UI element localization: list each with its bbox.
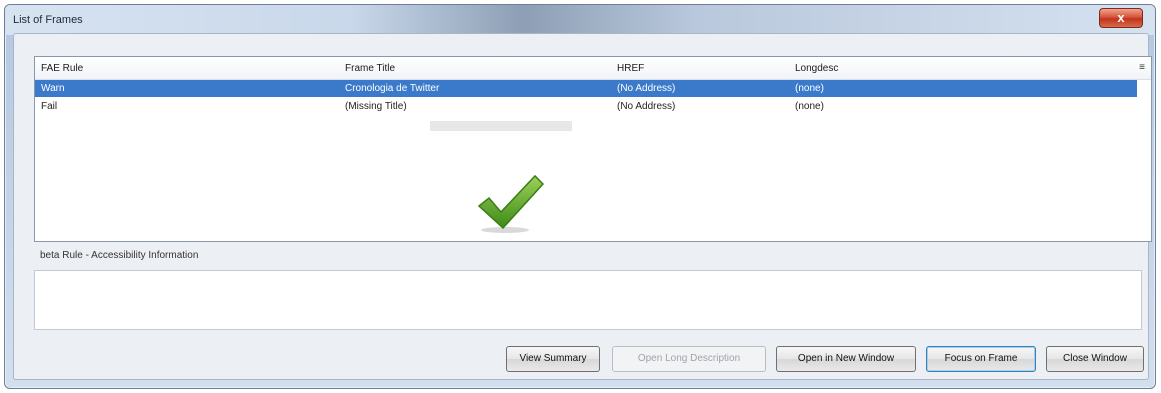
row-frame-title: (Missing Title) [345, 101, 407, 112]
column-picker-icon[interactable]: ≡ [1139, 62, 1145, 73]
window-title: List of Frames [13, 14, 83, 26]
close-window-x-button[interactable]: x [1099, 8, 1143, 28]
open-long-description-button[interactable]: Open Long Description [612, 346, 766, 372]
column-header-href[interactable]: HREF [617, 63, 644, 74]
table-row[interactable]: Warn Cronologia de Twitter (No Address) … [35, 80, 1137, 97]
frames-list[interactable]: FAE Rule Frame Title HREF Longdesc ≡ War… [34, 56, 1152, 242]
dialog-body: FAE Rule Frame Title HREF Longdesc ≡ War… [13, 33, 1152, 380]
row-href: (No Address) [617, 101, 676, 112]
row-rule: Warn [41, 83, 65, 94]
table-row[interactable]: Fail (Missing Title) (No Address) (none) [35, 98, 1137, 115]
row-longdesc: (none) [795, 83, 824, 94]
info-label: beta Rule - Accessibility Information [40, 250, 199, 261]
info-text-area[interactable] [34, 270, 1142, 330]
row-href: (No Address) [617, 83, 676, 94]
open-in-new-window-button[interactable]: Open in New Window [776, 346, 916, 372]
frames-dialog: List of Frames x FAE Rule Frame Title HR… [4, 4, 1156, 389]
view-summary-button[interactable]: View Summary [506, 346, 600, 372]
row-rule: Fail [41, 101, 58, 112]
row-frame-title: Cronologia de Twitter [345, 83, 440, 94]
list-header: FAE Rule Frame Title HREF Longdesc ≡ [35, 57, 1151, 80]
title-bar[interactable]: List of Frames x [5, 5, 1155, 35]
column-header-longdesc[interactable]: Longdesc [795, 63, 838, 74]
checkmark-icon [477, 174, 545, 233]
column-header-fae-rule[interactable]: FAE Rule [41, 63, 83, 74]
focus-on-frame-button[interactable]: Focus on Frame [926, 346, 1036, 372]
column-header-frame-title[interactable]: Frame Title [345, 63, 395, 74]
faint-placeholder-bar [430, 121, 572, 131]
close-window-button[interactable]: Close Window [1046, 346, 1144, 372]
row-longdesc: (none) [795, 101, 824, 112]
